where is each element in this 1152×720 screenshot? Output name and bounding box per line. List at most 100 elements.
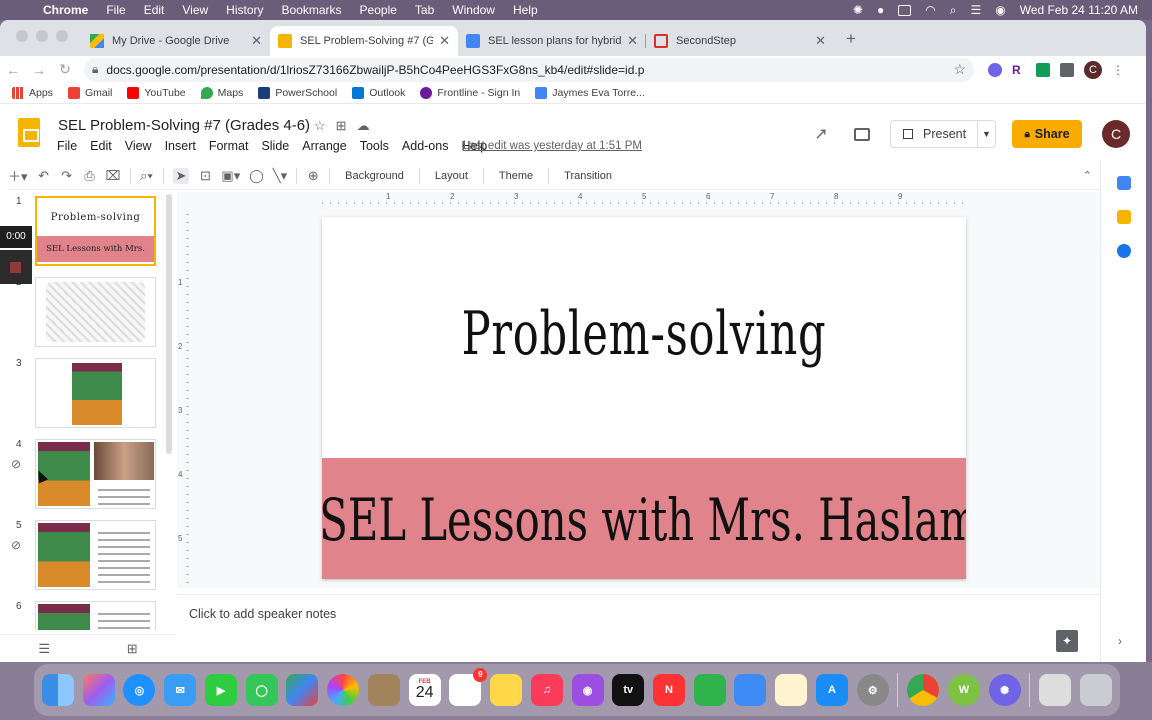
slide-thumbnail[interactable]: 4 ⊘ (0, 435, 176, 516)
speaker-notes[interactable]: Click to add speaker notes ✦ (177, 594, 1100, 662)
present-button[interactable]: Present ▼ (890, 120, 996, 148)
chrome-menu-icon[interactable]: ⋮ (1112, 63, 1126, 77)
extension-icon[interactable]: R (1012, 63, 1026, 77)
music-icon[interactable]: ♫ (530, 674, 563, 706)
menu-app-name[interactable]: Chrome (34, 3, 97, 17)
shape-icon[interactable]: ◯ (249, 168, 264, 184)
menu-window[interactable]: Window (443, 3, 504, 17)
back-icon[interactable]: ← (0, 62, 26, 78)
menu-edit[interactable]: Edit (135, 3, 174, 17)
forward-icon[interactable]: → (26, 62, 52, 78)
bookmark-outlook[interactable]: Outlook (352, 87, 405, 99)
menu-tab[interactable]: Tab (406, 3, 443, 17)
close-tab-icon[interactable]: ✕ (439, 33, 450, 49)
filmstrip-view-icon[interactable]: ☰ (38, 641, 50, 657)
chrome-icon[interactable] (907, 674, 940, 706)
messages-icon[interactable]: ◯ (245, 674, 278, 706)
bookmark-maps[interactable]: Maps (200, 87, 243, 99)
doc-menu-tools[interactable]: Tools (360, 139, 389, 153)
star-icon[interactable]: ☆ (314, 118, 326, 134)
slide-thumb-3[interactable] (35, 358, 156, 428)
bookmark-powerschool[interactable]: PowerSchool (258, 87, 337, 99)
status-icon[interactable]: ● (877, 3, 884, 17)
menu-help[interactable]: Help (504, 3, 547, 17)
background-button[interactable]: Background (339, 170, 410, 182)
menu-people[interactable]: People (351, 3, 406, 17)
slide-thumb-6[interactable] (35, 601, 156, 630)
photos-icon[interactable] (327, 674, 360, 706)
close-tab-icon[interactable]: ✕ (627, 33, 638, 49)
control-center-icon[interactable]: ☰ (970, 3, 981, 17)
expand-panel-icon[interactable]: › (1118, 634, 1122, 648)
explore-icon[interactable]: ✦ (1056, 630, 1078, 652)
doc-menu-format[interactable]: Format (209, 139, 249, 153)
slides-logo-icon[interactable] (18, 118, 40, 147)
undo-icon[interactable]: ↶ (37, 168, 51, 184)
bookmark-star-icon[interactable]: ☆ (953, 61, 966, 78)
numbers-icon[interactable] (693, 674, 726, 706)
bookmark-jaymes[interactable]: Jaymes Eva Torre... (535, 87, 645, 99)
slide-subtitle[interactable]: SEL Lessons with Mrs. Haslam (322, 486, 966, 554)
select-tool-icon[interactable]: ➤ (172, 167, 190, 184)
comments-icon[interactable] (854, 127, 870, 141)
doc-menu-edit[interactable]: Edit (90, 139, 112, 153)
comment-add-icon[interactable]: ⊕ (306, 168, 320, 184)
print-icon[interactable]: ⎙ (83, 168, 97, 184)
battery-icon[interactable] (898, 4, 912, 16)
slide-thumbnail[interactable]: 5 ⊘ (0, 516, 176, 597)
finder-icon[interactable] (42, 674, 74, 706)
browser-tab-active[interactable]: SEL Problem-Solving #7 (Grad ✕ (270, 26, 458, 56)
apple-tv-icon[interactable]: tv (612, 674, 645, 706)
present-dropdown-icon[interactable]: ▼ (977, 121, 995, 147)
filmstrip-scrollbar[interactable] (166, 194, 172, 454)
line-icon[interactable]: ╲▾ (273, 168, 287, 184)
stop-recording-button[interactable] (0, 250, 32, 284)
new-slide-icon[interactable]: ＋▾ (8, 166, 28, 185)
url-bar[interactable]: 🔒︎ docs.google.com/presentation/d/1lrios… (84, 57, 974, 82)
doc-menu-slide[interactable]: Slide (261, 139, 289, 153)
account-avatar[interactable]: C (1102, 120, 1130, 148)
cloud-status-icon[interactable]: ☁ (357, 118, 370, 134)
slide-thumbnail[interactable]: 3 (0, 354, 176, 435)
current-slide[interactable]: Problem-solving SEL Lessons with Mrs. Ha… (322, 217, 966, 579)
menu-bookmarks[interactable]: Bookmarks (273, 3, 351, 17)
bookmark-gmail[interactable]: Gmail (67, 87, 112, 99)
search-icon[interactable]: ⌕ (950, 3, 957, 18)
paint-format-icon[interactable]: ⌧ (106, 168, 121, 184)
browser-tab[interactable]: SecondStep ✕ (646, 26, 834, 56)
share-button[interactable]: 🔒︎ Share (1012, 120, 1082, 148)
close-tab-icon[interactable]: ✕ (251, 33, 262, 49)
minimize-window-icon[interactable] (36, 30, 48, 42)
reminders-icon[interactable]: 9 (449, 668, 488, 706)
sheets-extension-icon[interactable] (1036, 62, 1050, 77)
link-icon[interactable]: ⊘ (11, 457, 21, 471)
contacts-icon[interactable] (367, 674, 400, 706)
maps-app-icon[interactable] (286, 674, 319, 706)
wifi-icon[interactable]: ◠ (925, 3, 935, 17)
status-icon[interactable]: ✺ (853, 3, 863, 17)
close-tab-icon[interactable]: ✕ (815, 33, 826, 49)
browser-tab[interactable]: My Drive - Google Drive ✕ (82, 26, 270, 56)
last-edit-link[interactable]: Last edit was yesterday at 1:51 PM (463, 140, 642, 152)
keynote-icon[interactable] (734, 674, 767, 706)
zoom-icon[interactable]: ⌕▾ (140, 168, 154, 184)
launchpad-icon[interactable] (82, 674, 115, 706)
menu-file[interactable]: File (97, 3, 134, 17)
reload-icon[interactable]: ↻ (52, 61, 78, 78)
lock-icon[interactable]: 🔒︎ (92, 62, 98, 77)
slide-thumbnail[interactable]: 2 (0, 273, 176, 354)
notes-app-icon[interactable] (490, 674, 523, 706)
slide-thumb-1[interactable]: Problem-solving SEL Lessons with Mrs. Ha… (35, 196, 156, 266)
doc-menu-addons[interactable]: Add-ons (402, 139, 449, 153)
subtitle-band[interactable]: SEL Lessons with Mrs. Haslam (322, 458, 966, 579)
maximize-window-icon[interactable] (56, 30, 68, 42)
calendar-app-icon[interactable]: FEB 24 (408, 674, 441, 706)
slide-title[interactable]: Problem-solving (412, 299, 876, 369)
doc-menu-file[interactable]: File (57, 139, 77, 153)
menu-view[interactable]: View (173, 3, 217, 17)
webex-icon[interactable]: W (947, 674, 980, 706)
doc-menu-arrange[interactable]: Arrange (302, 139, 346, 153)
text-box-icon[interactable]: ⊡ (198, 168, 212, 184)
screen-recorder-icon[interactable]: ✺ (988, 674, 1021, 706)
extension-icon[interactable] (988, 62, 1002, 77)
